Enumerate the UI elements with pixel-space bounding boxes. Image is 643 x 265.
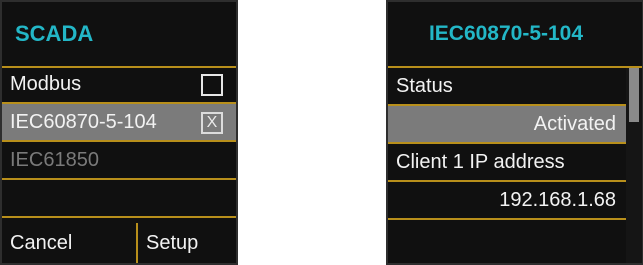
setup-button[interactable]: Setup <box>138 223 236 263</box>
footer-bar: Cancel Setup <box>2 223 236 263</box>
client-ip-value-row[interactable]: 192.168.1.68 <box>388 182 626 220</box>
item-label: Modbus <box>10 72 82 95</box>
client-ip-label: Client 1 IP address <box>396 150 565 173</box>
scada-title: SCADA <box>2 2 236 68</box>
status-label: Status <box>396 74 453 97</box>
list-item-iec61850[interactable]: IEC61850 <box>2 142 236 180</box>
client-ip-value: 192.168.1.68 <box>499 188 616 211</box>
scada-panel: SCADA Modbus IEC60870-5-104 X IEC61850 C… <box>0 0 238 265</box>
iec104-checkbox[interactable]: X <box>201 112 223 134</box>
list-item-iec60870-5-104[interactable]: IEC60870-5-104 X <box>2 104 236 142</box>
modbus-checkbox[interactable] <box>201 74 223 96</box>
iec104-panel: IEC60870-5-104 Status Activated Client 1… <box>386 0 643 265</box>
item-label: IEC60870-5-104 <box>10 110 157 133</box>
iec104-title: IEC60870-5-104 <box>388 2 642 68</box>
scrollbar[interactable] <box>626 68 642 263</box>
item-label: IEC61850 <box>10 148 99 171</box>
scrollbar-thumb[interactable] <box>629 68 639 122</box>
client-ip-label-row: Client 1 IP address <box>388 144 626 182</box>
list-item-modbus[interactable]: Modbus <box>2 66 236 104</box>
empty-row <box>2 180 236 218</box>
cancel-button[interactable]: Cancel <box>2 223 138 263</box>
status-value: Activated <box>533 112 616 135</box>
status-label-row: Status <box>388 68 626 106</box>
status-value-row[interactable]: Activated <box>388 106 626 144</box>
